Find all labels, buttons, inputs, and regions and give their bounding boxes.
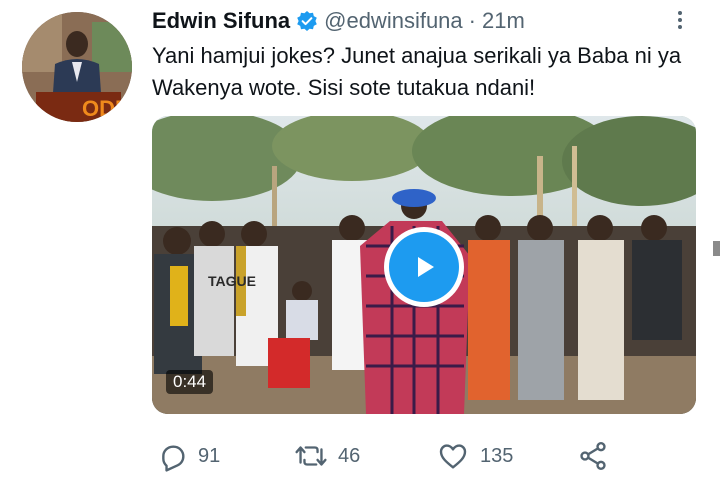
share-button[interactable] — [577, 436, 609, 476]
share-icon — [577, 440, 609, 472]
separator-dot: · — [468, 8, 476, 33]
tweet-timestamp[interactable]: 21m — [482, 8, 525, 34]
reply-icon — [156, 440, 188, 472]
avatar-sign-text: ODM — [82, 96, 132, 121]
author-avatar[interactable]: ODM — [22, 12, 132, 122]
video-duration-badge: 0:44 — [166, 370, 214, 394]
author-name[interactable]: Edwin Sifuna — [152, 8, 290, 34]
verified-badge-icon — [296, 10, 318, 32]
retweet-icon — [294, 440, 328, 472]
heart-icon — [436, 440, 470, 472]
author-handle[interactable]: @edwinsifuna — [324, 8, 463, 34]
like-button[interactable]: 135 — [436, 436, 513, 476]
tweet-header: Edwin Sifuna @edwinsifuna · 21m — [152, 8, 525, 34]
tweet-text: Yani hamjui jokes? Junet anajua serikali… — [152, 43, 682, 100]
play-icon — [389, 232, 459, 302]
reply-count: 91 — [198, 444, 221, 467]
play-button[interactable] — [384, 227, 464, 307]
scroll-indicator — [713, 241, 720, 256]
like-count: 135 — [480, 444, 514, 467]
reply-button[interactable]: 91 — [156, 436, 220, 476]
shirt-print-text: TAGUE — [208, 273, 256, 289]
retweet-count: 46 — [338, 444, 361, 467]
more-options-icon[interactable] — [670, 8, 690, 32]
retweet-button[interactable]: 46 — [294, 436, 360, 476]
avatar-image: ODM — [22, 12, 132, 122]
tweet-actions: 91 46 135 — [152, 436, 622, 476]
